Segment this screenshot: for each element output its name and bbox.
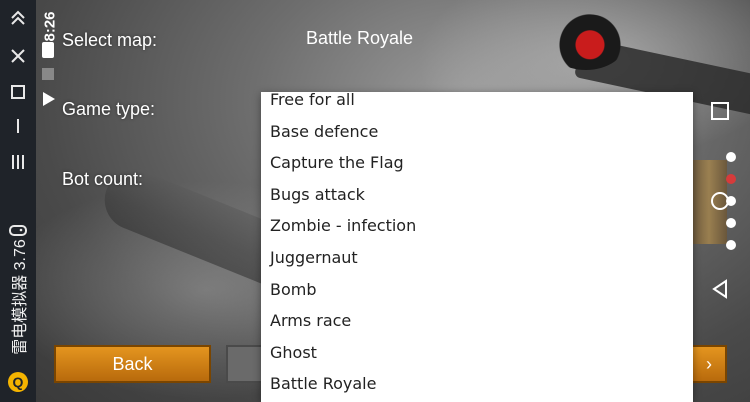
dropdown-option-battle-royale[interactable]: Battle Royale	[261, 368, 693, 400]
dropdown-option-base-defence[interactable]: Base defence	[261, 116, 693, 148]
close-icon[interactable]	[0, 46, 36, 71]
dropdown-option-bomb[interactable]: Bomb	[261, 274, 693, 306]
status-time: 8:26	[41, 11, 59, 42]
page-dot[interactable]	[726, 240, 736, 250]
chevrons-up-icon[interactable]	[0, 6, 36, 33]
no-signal-icon	[42, 68, 54, 80]
game-type-label: Game type:	[62, 99, 156, 119]
battery-icon	[42, 42, 54, 58]
page-dot[interactable]	[726, 218, 736, 228]
menu-icon[interactable]	[0, 152, 36, 177]
scope-background-image	[546, 14, 626, 70]
back-button[interactable]: Back	[54, 345, 211, 383]
select-map-value[interactable]: Battle Royale	[306, 28, 413, 49]
game-type-dropdown[interactable]: Free for all Base defence Capture the Fl…	[261, 92, 693, 402]
dropdown-option-capture-the-flag[interactable]: Capture the Flag	[261, 147, 693, 179]
dropdown-option-arms-race[interactable]: Arms race	[261, 305, 693, 337]
dropdown-option-juggernaut[interactable]: Juggernaut	[261, 242, 693, 274]
back-triangle-icon[interactable]	[711, 279, 729, 304]
square-icon[interactable]	[0, 82, 36, 107]
dropdown-option-zombie-infection[interactable]: Zombie - infection	[261, 210, 693, 242]
dropdown-option-free-for-all[interactable]: Free for all	[261, 92, 693, 116]
status-bar: 8:26	[36, 0, 62, 120]
select-map-label: Select map:	[62, 30, 158, 50]
next-button[interactable]: ›	[691, 345, 727, 383]
dropdown-option-bugs-attack[interactable]: Bugs attack	[261, 179, 693, 211]
minimize-icon[interactable]	[0, 116, 36, 141]
dropdown-option-ghost[interactable]: Ghost	[261, 337, 693, 369]
page-dot-active[interactable]	[726, 174, 736, 184]
emulator-sidebar: 雷电模拟器 3.76 Q	[0, 0, 36, 402]
emulator-title: 雷电模拟器 3.76	[12, 239, 29, 355]
bot-count-label: Bot count:	[62, 169, 144, 189]
page-dot[interactable]	[726, 196, 736, 206]
recents-square-icon[interactable]	[710, 101, 730, 126]
emulator-logo-icon[interactable]: Q	[8, 372, 28, 392]
wifi-icon	[41, 90, 57, 113]
page-dot[interactable]	[726, 152, 736, 162]
